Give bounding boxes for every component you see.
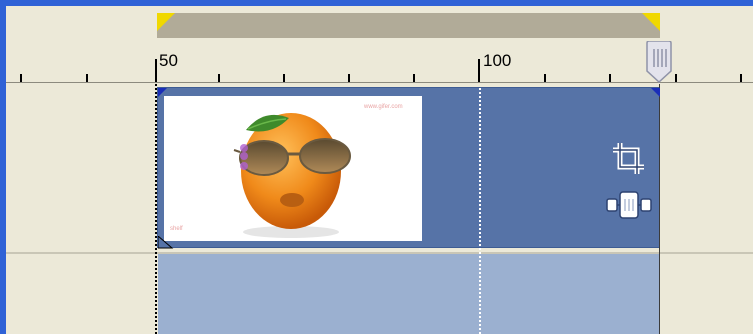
- orange-sunglasses-image: [233, 113, 351, 238]
- ruler-baseline: [6, 82, 753, 83]
- clip-bottom-corner-icon: [158, 236, 174, 249]
- ruler-tick: [740, 74, 742, 82]
- ruler-label-100: 100: [483, 51, 512, 70]
- resize-handle-icon[interactable]: [606, 191, 652, 219]
- in-point-line[interactable]: [155, 84, 157, 334]
- thumbnail-watermark-bottom: shelf: [170, 226, 183, 232]
- timeline-ruler[interactable]: 50 100: [6, 38, 753, 84]
- ruler-label-50: 50: [159, 51, 178, 70]
- clip-split-line: [479, 88, 481, 334]
- window-frame-top: [0, 0, 753, 6]
- clip-thumbnail: www.gifer.com shelf: [164, 96, 422, 241]
- ruler-tick: [544, 74, 546, 82]
- ruler-tick: [609, 74, 611, 82]
- clip-lower-track[interactable]: [158, 254, 660, 334]
- ruler-tick-major: [478, 59, 480, 82]
- ruler-tick: [86, 74, 88, 82]
- ruler-tick-major: [155, 59, 157, 82]
- work-area-range-bar[interactable]: [157, 13, 660, 38]
- out-point-line[interactable]: [659, 84, 660, 334]
- ruler-tick: [348, 74, 350, 82]
- crop-icon[interactable]: [611, 141, 649, 177]
- clip-start-corner-icon: [158, 88, 167, 97]
- ruler-tick: [413, 74, 415, 82]
- range-start-marker[interactable]: [157, 13, 175, 31]
- ruler-tick: [675, 74, 677, 82]
- playhead-handle-icon[interactable]: [645, 41, 673, 83]
- ruler-tick: [20, 74, 22, 82]
- ruler-tick: [283, 74, 285, 82]
- clip-end-corner-icon: [651, 88, 660, 97]
- ruler-tick: [218, 74, 220, 82]
- thumbnail-watermark: www.gifer.com: [364, 104, 403, 110]
- range-end-marker[interactable]: [642, 13, 660, 31]
